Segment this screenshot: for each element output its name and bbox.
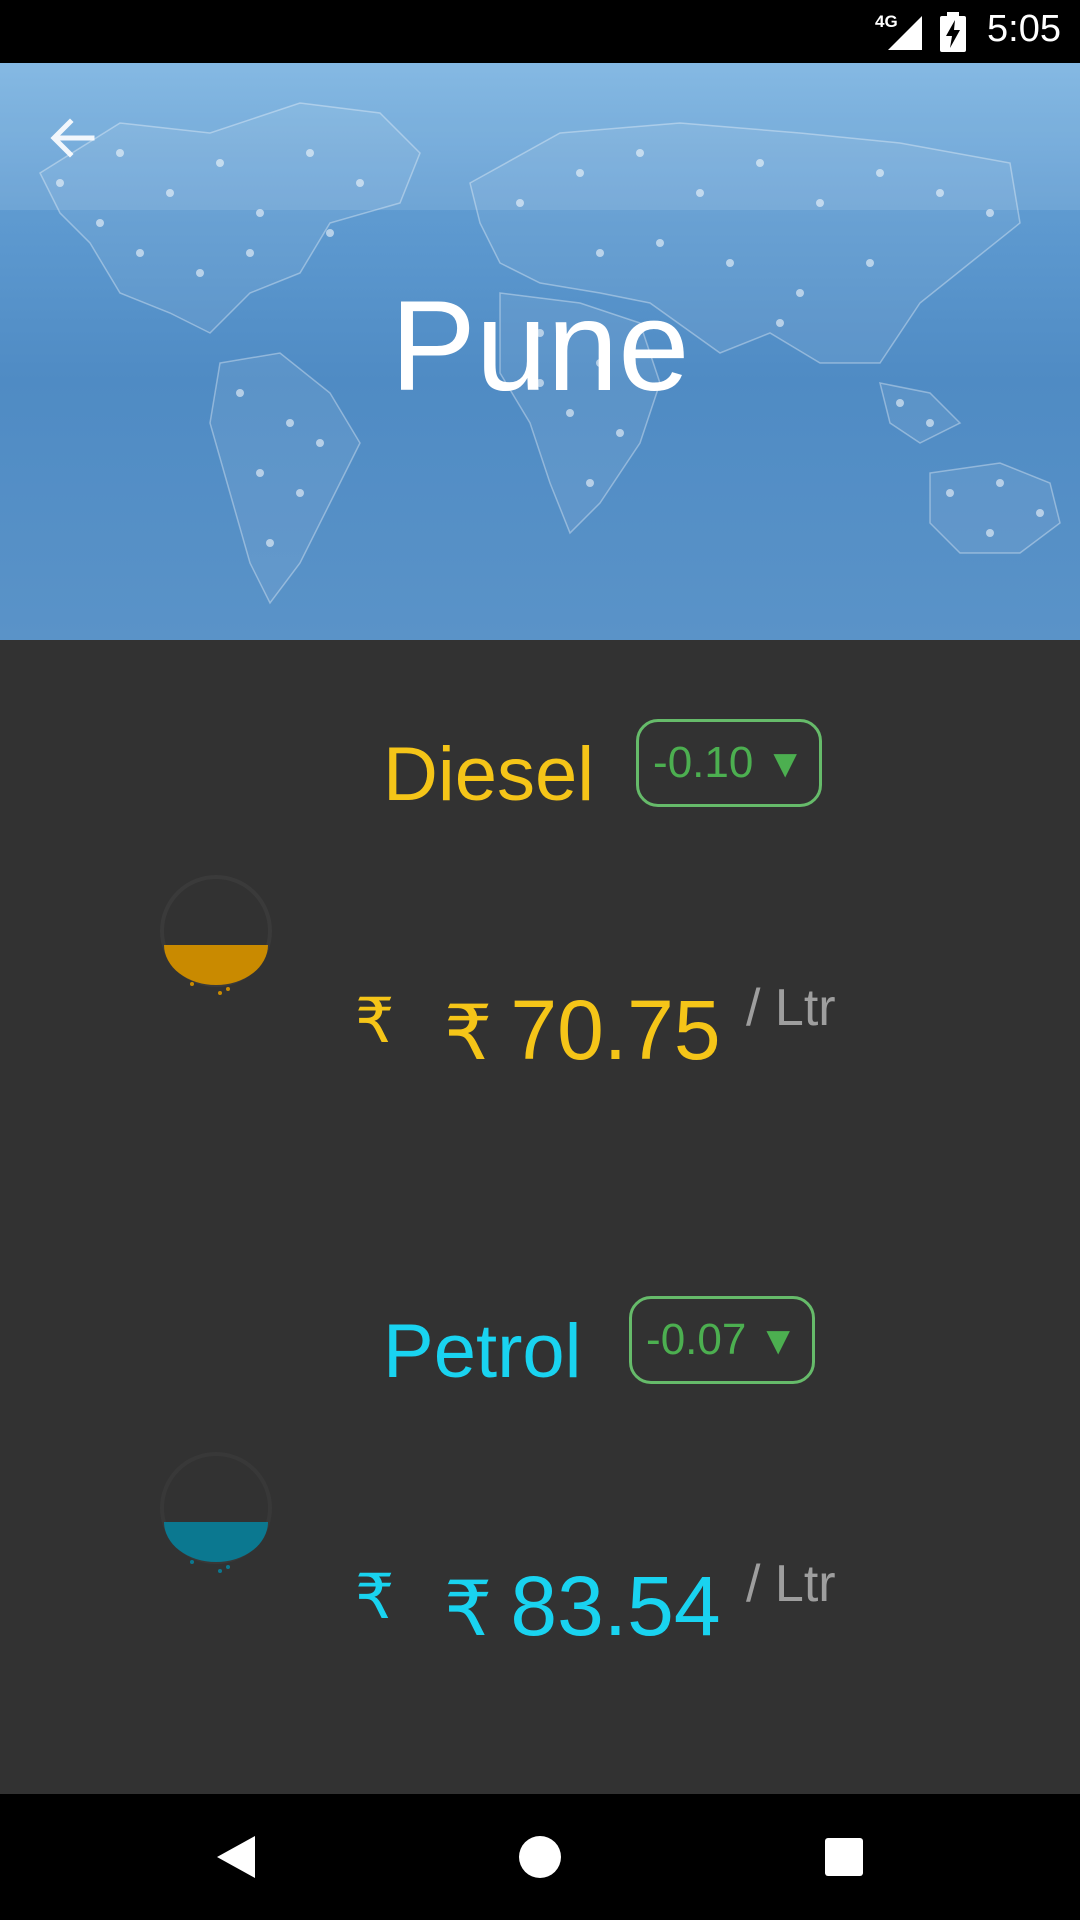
petrol-change-badge: -0.07 ▼ [629, 1296, 815, 1384]
status-bar: 4G 5:05 [0, 0, 1080, 63]
diesel-price: ₹70.75 [444, 988, 721, 1072]
petrol-drop-icon [164, 1522, 268, 1573]
diesel-unit: / Ltr [746, 979, 836, 1037]
petrol-price: ₹83.54 [444, 1564, 721, 1648]
diesel-change-badge: -0.10 ▼ [636, 719, 822, 807]
nav-recents-icon[interactable] [764, 1794, 924, 1920]
petrol-rupee-icon: ₹ [355, 1560, 395, 1633]
diesel-drop-icon [160, 875, 272, 995]
diesel-currency: ₹ [444, 988, 493, 1077]
diesel-change-value: -0.10 [653, 738, 754, 787]
diesel-price-value: 70.75 [510, 983, 721, 1077]
nav-home-icon[interactable] [460, 1794, 620, 1920]
petrol-price-value: 83.54 [510, 1559, 721, 1653]
diesel-rupee-icon: ₹ [355, 984, 395, 1057]
clock: 5:05 [987, 8, 1061, 50]
signal-icon [888, 16, 922, 50]
battery-charging-icon [940, 12, 966, 52]
navigation-bar [0, 1794, 1080, 1920]
arrow-back-icon[interactable] [40, 108, 104, 172]
petrol-currency: ₹ [444, 1564, 493, 1653]
price-down-icon: ▼ [765, 742, 805, 786]
petrol-change-value: -0.07 [646, 1315, 747, 1364]
city-header: Pune [0, 63, 1080, 640]
petrol-label: Petrol [383, 1309, 582, 1394]
city-title: Pune [390, 275, 690, 418]
toolbar [0, 63, 1080, 210]
diesel-label: Diesel [383, 732, 595, 817]
price-down-icon: ▼ [758, 1319, 798, 1363]
petrol-unit: / Ltr [746, 1555, 836, 1613]
nav-back-icon[interactable] [157, 1794, 317, 1920]
